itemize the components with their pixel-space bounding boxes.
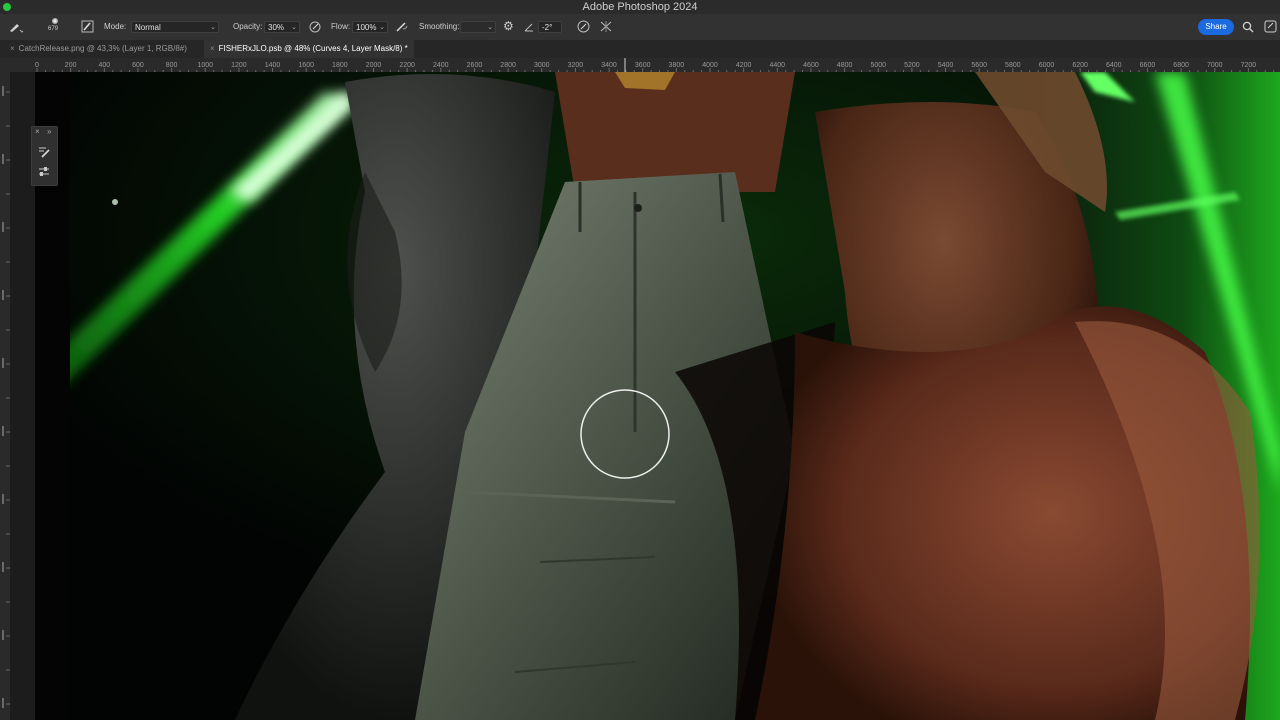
brush-tool-icon[interactable] — [8, 21, 24, 33]
ruler-label: 1400 — [265, 62, 281, 69]
smoothing-field[interactable]: ⌄ — [460, 21, 496, 33]
ruler-label: 800 — [166, 62, 178, 69]
ruler-label: 1800 — [332, 62, 348, 69]
ruler-label: 5800 — [1005, 62, 1021, 69]
ruler-label: 3000 — [534, 62, 550, 69]
chevron-down-icon: ⌄ — [291, 24, 297, 31]
ruler-label: 600 — [132, 62, 144, 69]
ruler-label: 400 — [98, 62, 110, 69]
collapsed-panel-dock[interactable]: × » — [31, 126, 58, 186]
ruler-label: 200 — [65, 62, 77, 69]
symmetry-icon[interactable] — [599, 20, 613, 33]
brush-settings-icon[interactable] — [37, 145, 51, 159]
share-button[interactable]: Share — [1198, 19, 1234, 35]
workspace-icon[interactable] — [1264, 20, 1277, 33]
tab-catchrelease[interactable]: × CatchRelease.png @ 43,3% (Layer 1, RGB/… — [4, 40, 193, 58]
flow-label: Flow: — [331, 22, 351, 31]
brush-size-label: 679 — [48, 26, 59, 32]
angle-icon — [524, 23, 533, 32]
options-bar: 679 Mode: Normal ⌄ Opacity: 30% ⌄ Flow: … — [0, 14, 1280, 40]
ruler-label: 6400 — [1106, 62, 1122, 69]
tab-fisherxjlo[interactable]: × FISHERxJLO.psb @ 48% (Curves 4, Layer M… — [204, 40, 414, 58]
angle-field[interactable]: -2° — [538, 21, 562, 33]
gear-icon[interactable]: ⚙ — [503, 19, 514, 33]
chevron-down-icon: ⌄ — [487, 24, 493, 31]
ruler-label: 1600 — [298, 62, 314, 69]
brush-settings-toggle-icon[interactable] — [81, 20, 94, 33]
ruler-label: 4200 — [736, 62, 752, 69]
ruler-label: 5400 — [938, 62, 954, 69]
chevron-down-icon: ⌄ — [379, 24, 385, 31]
pressure-opacity-icon[interactable] — [309, 21, 321, 33]
mode-label: Mode: — [104, 22, 127, 31]
brush-preset-icon[interactable]: 679 — [48, 17, 62, 32]
expand-icon[interactable]: » — [47, 127, 51, 136]
close-icon[interactable]: × — [210, 44, 215, 53]
horizontal-ruler[interactable]: 0 200 400 600 800 1000 1200 1400 1600 1800 2000 220… — [0, 58, 1280, 73]
brush-cursor — [580, 389, 670, 479]
mode-dropdown[interactable]: Normal ⌄ — [131, 21, 219, 33]
window-control-button[interactable] — [3, 3, 11, 11]
ruler-label: 5000 — [870, 62, 886, 69]
ruler-label: 4400 — [770, 62, 786, 69]
ruler-label: 6000 — [1039, 62, 1055, 69]
ruler-label: 2200 — [399, 62, 415, 69]
ruler-label: 6800 — [1173, 62, 1189, 69]
ruler-label: 2800 — [500, 62, 516, 69]
ruler-label: 1000 — [197, 62, 213, 69]
ruler-label: 4800 — [837, 62, 853, 69]
ruler-label: 6600 — [1140, 62, 1156, 69]
ruler-label: 4000 — [702, 62, 718, 69]
document-canvas[interactable] — [35, 72, 1280, 720]
airbrush-icon[interactable] — [395, 21, 409, 33]
chevron-down-icon: ⌄ — [210, 24, 216, 31]
ruler-label: 3400 — [601, 62, 617, 69]
ruler-label: 1200 — [231, 62, 247, 69]
ruler-label: 3600 — [635, 62, 651, 69]
ruler-label: 7200 — [1241, 62, 1257, 69]
opacity-field[interactable]: 30% ⌄ — [264, 21, 300, 33]
flow-value: 100% — [356, 23, 377, 32]
ruler-label: 6200 — [1072, 62, 1088, 69]
close-icon[interactable]: × — [10, 44, 15, 53]
ruler-label: 5200 — [904, 62, 920, 69]
title-bar: Adobe Photoshop 2024 — [0, 0, 1280, 14]
ruler-label: 5600 — [971, 62, 987, 69]
angle-value: -2° — [542, 23, 553, 32]
properties-icon[interactable] — [37, 165, 51, 179]
window-title: Adobe Photoshop 2024 — [582, 1, 698, 13]
ruler-label: 4600 — [803, 62, 819, 69]
pressure-size-icon[interactable] — [577, 20, 590, 33]
ruler-label: 2000 — [366, 62, 382, 69]
ruler-label: 3200 — [568, 62, 584, 69]
smoothing-label: Smoothing: — [419, 22, 460, 31]
search-icon[interactable] — [1242, 21, 1254, 33]
mode-value: Normal — [135, 23, 161, 32]
vertical-ruler[interactable] — [0, 72, 10, 720]
opacity-label: Opacity: — [233, 22, 263, 31]
close-icon[interactable]: × — [35, 127, 40, 136]
tab-label: FISHERxJLO.psb @ 48% (Curves 4, Layer Ma… — [218, 44, 408, 53]
ruler-label: 7000 — [1207, 62, 1223, 69]
ruler-label: 2600 — [467, 62, 483, 69]
document-tab-bar: × CatchRelease.png @ 43,3% (Layer 1, RGB/… — [0, 40, 1280, 58]
ruler-label: 2400 — [433, 62, 449, 69]
ruler-label: 0 — [35, 62, 39, 69]
ruler-label: 3800 — [669, 62, 685, 69]
flow-field[interactable]: 100% ⌄ — [352, 21, 388, 33]
opacity-value: 30% — [268, 23, 285, 32]
tab-label: CatchRelease.png @ 43,3% (Layer 1, RGB/8… — [18, 44, 187, 53]
